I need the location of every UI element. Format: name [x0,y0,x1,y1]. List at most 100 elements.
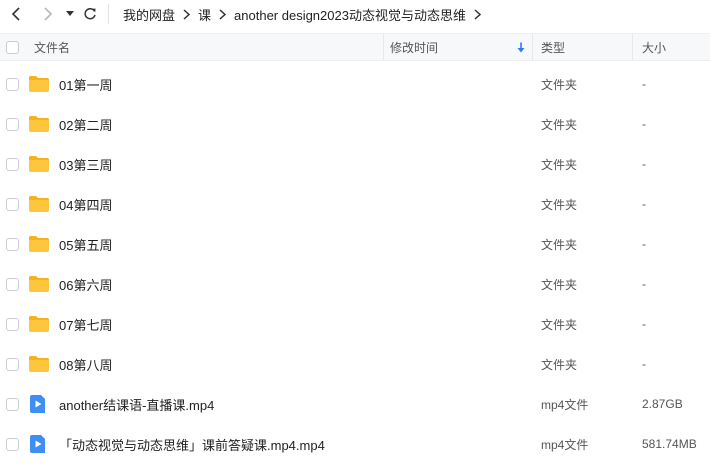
row-checkbox-cell[interactable] [6,144,19,184]
folder-icon [29,76,49,92]
row-checkbox-cell[interactable] [6,344,19,384]
file-icon-cell [28,224,50,264]
row-checkbox[interactable] [6,197,19,211]
chevron-left-icon [11,7,20,21]
file-size: - [642,197,646,211]
row-checkbox[interactable] [6,77,19,91]
video-file-icon [30,395,45,413]
breadcrumb-item-root[interactable]: 我的网盘 [123,5,175,24]
file-size: 2.87GB [642,397,683,411]
row-checkbox[interactable] [6,277,19,291]
breadcrumb-chevron-icon [183,8,191,20]
file-row[interactable]: another结课语-直播课.mp4 mp4文件 2.87GB [0,384,710,424]
file-icon-cell [28,304,50,344]
file-name[interactable]: another结课语-直播课.mp4 [59,384,214,424]
file-type: 文件夹 [541,117,578,132]
row-checkbox-cell[interactable] [6,224,19,264]
file-size: - [642,157,646,171]
file-name[interactable]: 02第二周 [59,104,112,144]
file-icon-cell [28,184,50,224]
column-divider[interactable] [383,34,384,60]
select-all-checkbox[interactable] [6,40,19,54]
file-name[interactable]: 01第一周 [59,64,112,104]
video-file-icon [30,435,45,453]
file-row[interactable]: 02第二周 文件夹 - [0,104,710,144]
row-checkbox-cell[interactable] [6,64,19,104]
file-row[interactable]: 05第五周 文件夹 - [0,224,710,264]
row-checkbox[interactable] [6,117,19,131]
file-row[interactable]: 04第四周 文件夹 - [0,184,710,224]
breadcrumb-chevron-icon [219,8,227,20]
file-name[interactable]: 05第五周 [59,224,112,264]
file-type: 文件夹 [541,237,578,252]
file-icon-cell [28,264,50,304]
row-checkbox-cell[interactable] [6,184,19,224]
history-dropdown-button[interactable] [62,0,78,28]
forward-button[interactable] [36,0,60,28]
row-checkbox-cell[interactable] [6,424,19,464]
column-header-size[interactable]: 大小 [642,34,666,60]
file-row[interactable]: 07第七周 文件夹 - [0,304,710,344]
file-icon-cell [28,424,48,464]
back-button[interactable] [4,0,28,28]
file-row[interactable]: 03第三周 文件夹 - [0,144,710,184]
file-icon-cell [28,104,50,144]
file-name[interactable]: 08第八周 [59,344,112,384]
file-size: - [642,77,646,91]
file-type: 文件夹 [541,157,578,172]
row-checkbox-cell[interactable] [6,104,19,144]
folder-icon [29,236,49,252]
file-type: 文件夹 [541,277,578,292]
select-all-checkbox-cell[interactable] [6,34,19,60]
breadcrumb-chevron-icon[interactable] [474,8,481,20]
file-row[interactable]: 08第八周 文件夹 - [0,344,710,384]
chevron-right-icon [44,7,53,21]
file-name[interactable]: 07第七周 [59,304,112,344]
file-type: 文件夹 [541,317,578,332]
row-checkbox[interactable] [6,157,19,171]
sort-indicator[interactable] [517,34,525,60]
column-divider[interactable] [532,34,533,60]
folder-icon [29,196,49,212]
file-name[interactable]: 03第三周 [59,144,112,184]
file-type: mp4文件 [541,437,589,452]
toolbar-divider [108,4,109,24]
file-row[interactable]: 「动态视觉与动态思维」课前答疑课.mp4.mp4 mp4文件 581.74MB [0,424,710,464]
breadcrumb-item-course[interactable]: 课 [198,5,211,24]
row-checkbox-cell[interactable] [6,384,19,424]
file-icon-cell [28,384,48,424]
refresh-button[interactable] [78,0,102,28]
file-size: 581.74MB [642,437,697,451]
file-type: mp4文件 [541,397,589,412]
row-checkbox[interactable] [6,317,19,331]
sort-down-arrow-icon [517,42,525,52]
column-header-name[interactable]: 文件名 [34,34,70,60]
refresh-icon [84,7,96,20]
file-type: 文件夹 [541,197,578,212]
file-type: 文件夹 [541,77,578,92]
row-checkbox-cell[interactable] [6,304,19,344]
file-name[interactable]: 「动态视觉与动态思维」课前答疑课.mp4.mp4 [59,424,325,464]
row-checkbox-cell[interactable] [6,264,19,304]
file-size: - [642,317,646,331]
row-checkbox[interactable] [6,437,19,451]
file-row[interactable]: 06第六周 文件夹 - [0,264,710,304]
column-header-mtime[interactable]: 修改时间 [390,34,438,60]
row-checkbox[interactable] [6,357,19,371]
file-type: 文件夹 [541,357,578,372]
column-divider[interactable] [632,34,633,60]
file-size: - [642,237,646,251]
file-size: - [642,357,646,371]
column-header-type[interactable]: 类型 [541,34,565,60]
caret-down-icon [66,11,74,16]
file-name[interactable]: 04第四周 [59,184,112,224]
file-size: - [642,117,646,131]
row-checkbox[interactable] [6,397,19,411]
breadcrumb-item-current[interactable]: another design2023动态视觉与动态思维 [234,5,466,24]
file-icon-cell [28,344,50,384]
row-checkbox[interactable] [6,237,19,251]
file-icon-cell [28,144,50,184]
file-row[interactable]: 01第一周 文件夹 - [0,64,710,104]
file-name[interactable]: 06第六周 [59,264,112,304]
navigation-bar: 我的网盘 课 another design2023动态视觉与动态思维 [0,0,710,28]
